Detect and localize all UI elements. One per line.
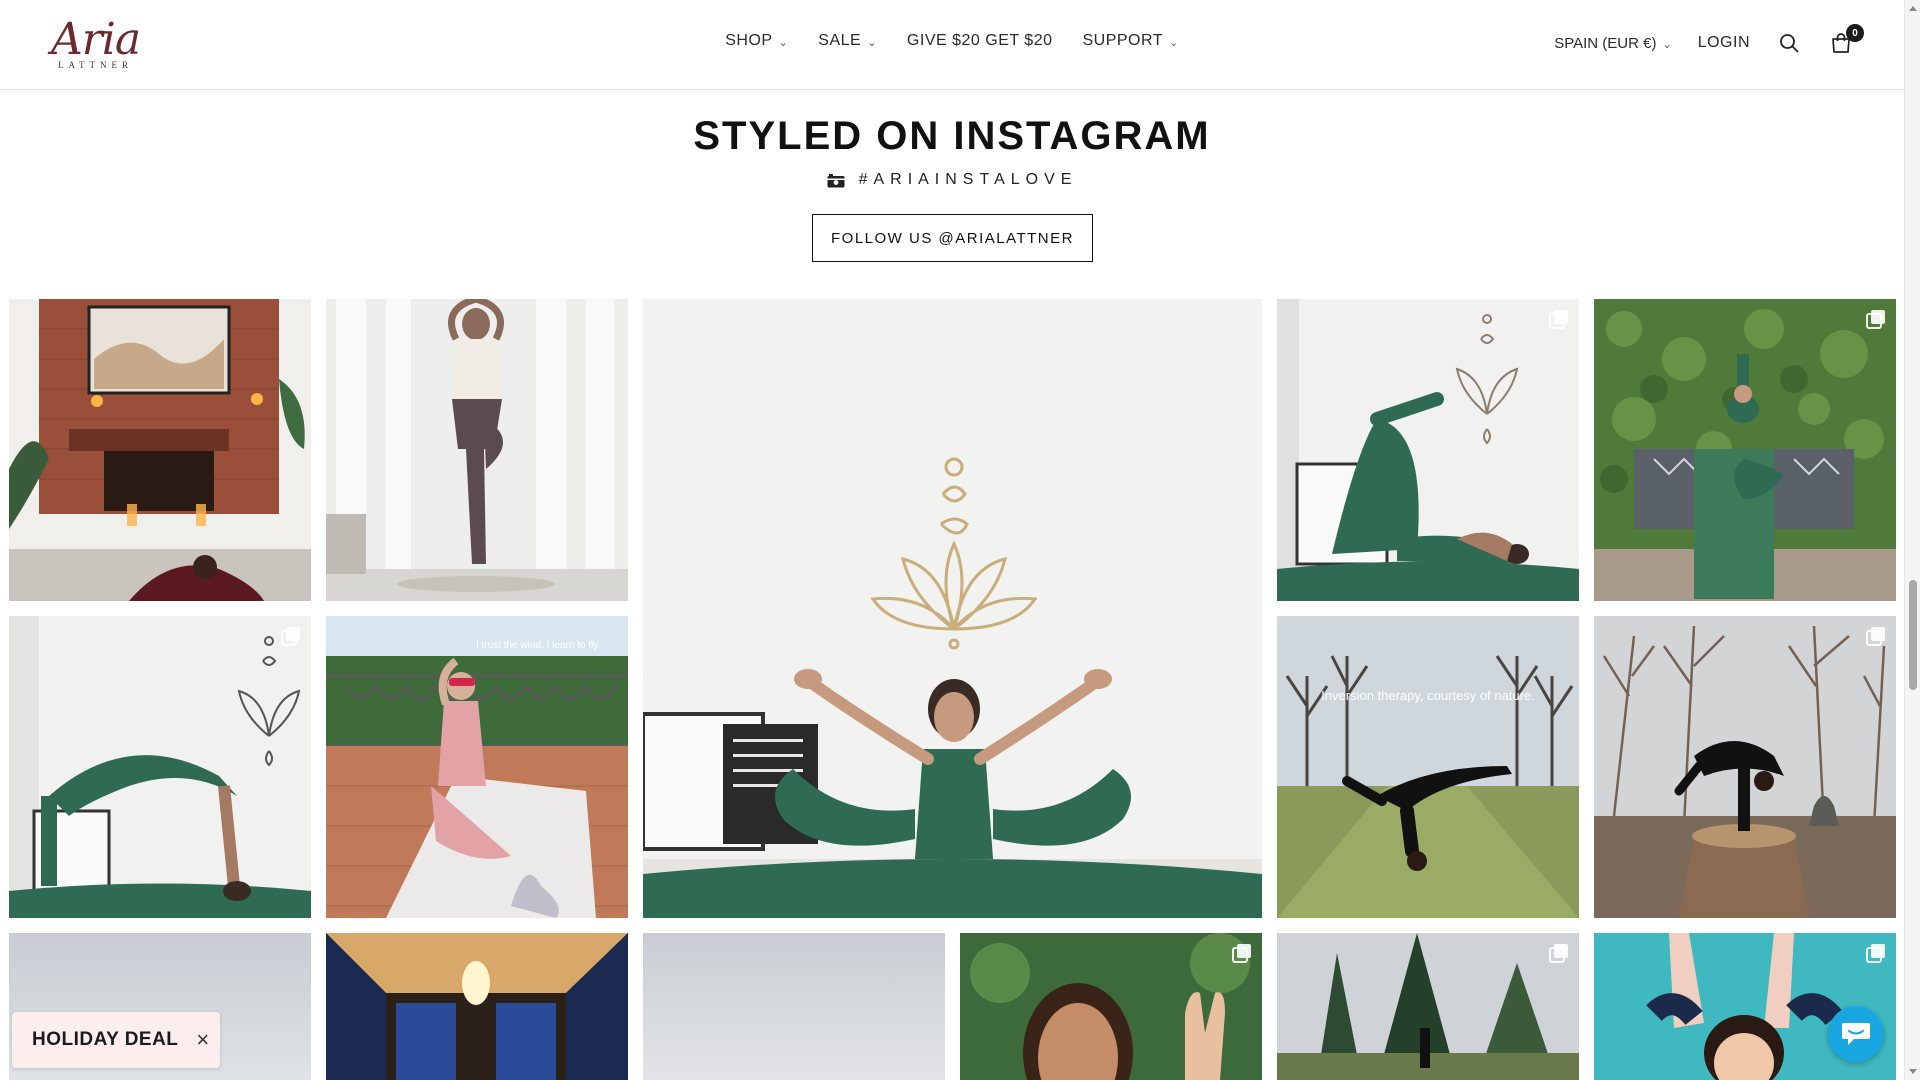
multi-image-icon (1549, 944, 1568, 963)
multi-image-icon (1866, 310, 1885, 329)
instagram-post[interactable] (1594, 299, 1896, 601)
page-scrollbar[interactable] (1904, 0, 1920, 1080)
multi-image-icon (1549, 310, 1568, 329)
chevron-down-icon: ⌄ (778, 36, 789, 49)
header-tools: SPAIN (EUR €) ⌄ LOGIN 0 (1554, 24, 1864, 56)
instagram-post[interactable] (326, 299, 628, 601)
multi-image-icon (281, 627, 300, 646)
country-label: SPAIN (EUR €) (1554, 34, 1657, 52)
hashtag-text: #ARIAINSTALOVE (858, 171, 1078, 188)
chat-icon[interactable] (1828, 1006, 1884, 1062)
follow-us-button[interactable]: FOLLOW US @ARIALATTNER (812, 214, 1093, 262)
scroll-up-arrow[interactable] (1909, 6, 1917, 11)
nav-sale[interactable]: SALE ⌄ (818, 32, 877, 50)
instagram-post[interactable] (643, 933, 945, 1080)
nav-referral[interactable]: GIVE $20 GET $20 (907, 32, 1053, 50)
instagram-post[interactable]: Inversion therapy, courtesy of nature. (1277, 616, 1579, 918)
hashtag-row: #ARIAINSTALOVE (0, 171, 1904, 189)
cart-count-badge: 0 (1846, 24, 1864, 42)
instagram-post-featured[interactable] (643, 299, 1262, 918)
close-icon[interactable]: × (196, 1029, 209, 1051)
nav-sale-label: SALE (818, 32, 862, 49)
login-link[interactable]: LOGIN (1698, 34, 1750, 52)
instagram-post[interactable]: I trust the wind. I learn to fly. (326, 616, 628, 918)
multi-image-icon (1866, 627, 1885, 646)
multi-image-icon (1232, 944, 1251, 963)
post-overlay-text: Inversion therapy, courtesy of nature. (1321, 688, 1535, 703)
post-overlay-text: I trust the wind. I learn to fly. (476, 640, 600, 651)
nav-support[interactable]: SUPPORT ⌄ (1082, 32, 1178, 50)
logo-subtext: LATTNER (58, 60, 133, 70)
nav-support-label: SUPPORT (1082, 32, 1164, 49)
nav-shop[interactable]: SHOP ⌄ (725, 32, 788, 50)
site-header: Aria LATTNER SHOP ⌄ SALE ⌄ GIVE $20 GET … (0, 0, 1904, 90)
chevron-down-icon: ⌄ (1169, 36, 1179, 49)
search-icon[interactable] (1776, 30, 1802, 56)
holiday-deal-label: HOLIDAY DEAL (32, 1029, 179, 1050)
camera-icon (827, 173, 845, 187)
country-selector[interactable]: SPAIN (EUR €) ⌄ (1554, 35, 1671, 52)
nav-shop-label: SHOP (725, 32, 773, 49)
instagram-post[interactable] (960, 933, 1262, 1080)
scroll-thumb[interactable] (1909, 580, 1917, 690)
instagram-post[interactable] (1277, 933, 1579, 1080)
nav-referral-label: GIVE $20 GET $20 (906, 32, 1053, 49)
instagram-post[interactable] (1277, 299, 1579, 601)
holiday-deal-popup[interactable]: HOLIDAY DEAL × (12, 1012, 220, 1068)
chevron-down-icon: ⌄ (867, 36, 877, 49)
instagram-post[interactable] (9, 299, 311, 601)
chevron-down-icon: ⌄ (1662, 38, 1672, 51)
instagram-section-title: STYLED ON INSTAGRAM (693, 114, 1211, 158)
bag-icon[interactable]: 0 (1828, 24, 1864, 56)
scroll-down-arrow[interactable] (1909, 1069, 1917, 1074)
instagram-post[interactable] (1594, 616, 1896, 918)
multi-image-icon (1866, 944, 1885, 963)
instagram-post[interactable] (9, 616, 311, 918)
instagram-post[interactable] (326, 933, 628, 1080)
